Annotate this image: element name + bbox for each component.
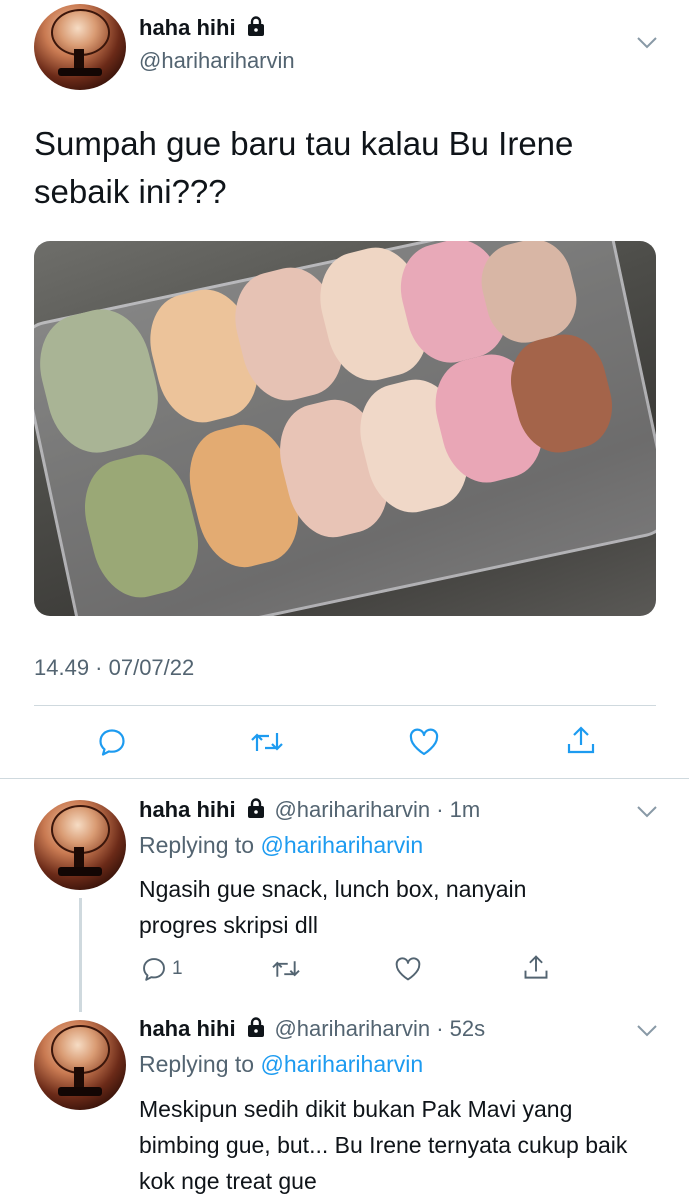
retweet-icon[interactable] xyxy=(271,956,301,982)
thread-line xyxy=(79,898,82,1012)
avatar[interactable] xyxy=(34,800,126,890)
author-name[interactable]: haha hihi xyxy=(139,797,236,822)
reply-count: 1 xyxy=(172,958,183,979)
reply-time: 52s xyxy=(449,1016,486,1041)
replying-to-link[interactable]: @harihariharvin xyxy=(260,1051,423,1077)
replying-to: Replying to @harihariharvin xyxy=(139,1051,423,1078)
retweet-icon[interactable] xyxy=(250,727,284,757)
reply-text: Ngasih gue snack, lunch box, nanyain pro… xyxy=(139,876,527,938)
replying-to: Replying to @harihariharvin xyxy=(139,832,423,859)
author-handle[interactable]: @harihariharvin xyxy=(274,797,430,822)
reply-icon[interactable] xyxy=(97,727,127,757)
tweet-photo[interactable] xyxy=(34,241,656,616)
avatar[interactable] xyxy=(34,4,126,90)
author-name-row: haha hihi xyxy=(139,15,266,41)
reply-text: Meskipun sedih dikit bukan Pak Mavi yang… xyxy=(139,1096,628,1194)
reply-icon[interactable] xyxy=(141,956,167,982)
separator-dot: · xyxy=(430,1016,450,1041)
author-name[interactable]: haha hihi xyxy=(139,1016,236,1041)
chevron-down-icon[interactable] xyxy=(636,805,658,819)
avatar[interactable] xyxy=(34,1020,126,1110)
replying-to-link[interactable]: @harihariharvin xyxy=(260,832,423,858)
author-handle[interactable]: @harihariharvin xyxy=(274,1016,430,1041)
lock-icon xyxy=(248,798,265,818)
lock-icon xyxy=(248,1017,265,1037)
divider xyxy=(34,705,656,706)
reply-header: haha hihi @harihariharvin · 1m xyxy=(139,797,480,823)
separator-dot: · xyxy=(430,797,450,822)
like-icon[interactable] xyxy=(408,727,440,757)
share-icon[interactable] xyxy=(565,725,597,757)
like-icon[interactable] xyxy=(394,956,422,982)
tweet-text: Sumpah gue baru tau kalau Bu Irene sebai… xyxy=(34,125,574,210)
chevron-down-icon[interactable] xyxy=(636,36,658,50)
lock-icon xyxy=(248,16,265,36)
replying-label: Replying to xyxy=(139,832,255,858)
divider xyxy=(0,778,689,779)
share-icon[interactable] xyxy=(522,954,550,982)
author-name[interactable]: haha hihi xyxy=(139,15,236,40)
author-handle[interactable]: @harihariharvin xyxy=(139,48,295,74)
replying-label: Replying to xyxy=(139,1051,255,1077)
reply-time: 1m xyxy=(449,797,481,822)
chevron-down-icon[interactable] xyxy=(636,1024,658,1038)
reply-header: haha hihi @harihariharvin · 52s xyxy=(139,1016,485,1042)
tweet-timestamp: 14.49 · 07/07/22 xyxy=(34,655,195,680)
